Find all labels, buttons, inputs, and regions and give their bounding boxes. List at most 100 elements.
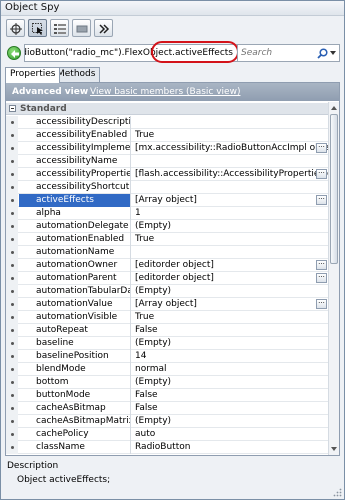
property-value[interactable]: True: [132, 233, 328, 246]
property-name: baselinePosition: [19, 350, 131, 363]
property-name: accessibilityName: [19, 155, 131, 168]
ellipsis-icon[interactable]: ···: [316, 169, 327, 179]
property-row[interactable]: accessibilityDescription: [6, 116, 328, 129]
property-value[interactable]: True: [132, 311, 328, 324]
object-spy-window: Object Spy ioButton("radio_mc").FlexObje…: [0, 0, 345, 500]
bullet-icon: [11, 147, 14, 150]
property-value[interactable]: [mx.accessibility::RadioButtonAccImpl ob…: [132, 142, 328, 155]
double-chevron-right-icon: [99, 24, 110, 34]
property-value[interactable]: [flash.accessibility::AccessibilityPrope…: [132, 168, 328, 181]
ellipsis-icon[interactable]: ···: [316, 260, 327, 270]
property-value[interactable]: (Empty): [132, 415, 328, 428]
scrollbar-thumb[interactable]: [330, 114, 338, 264]
stop-button[interactable]: [72, 19, 91, 37]
highlight-annotation-ring: [151, 41, 239, 63]
pointer-select-icon: [32, 23, 43, 35]
collapse-icon[interactable]: [9, 105, 16, 112]
property-row[interactable]: cacheAsBitmapMatrix (Empty): [6, 415, 328, 428]
ellipsis-icon[interactable]: ···: [316, 299, 327, 309]
property-value[interactable]: [Array object]: [132, 194, 328, 207]
bullet-icon: [11, 303, 14, 306]
property-row[interactable]: className RadioButton: [6, 441, 328, 454]
ellipsis-icon[interactable]: ···: [316, 195, 327, 205]
property-value[interactable]: (Empty): [132, 376, 328, 389]
property-row[interactable]: automationOwner [editorder object] ···: [6, 259, 328, 272]
property-row[interactable]: automationName: [6, 246, 328, 259]
property-value[interactable]: auto: [132, 428, 328, 441]
category-header[interactable]: Standard: [6, 103, 328, 115]
property-row[interactable]: automationVisible True: [6, 311, 328, 324]
search-input[interactable]: [241, 47, 311, 59]
scroll-up-icon[interactable]: [329, 103, 339, 113]
tab-label: Methods: [57, 69, 96, 79]
property-row[interactable]: accessibilityEnabled True: [6, 129, 328, 142]
bullet-icon: [11, 238, 14, 241]
ellipsis-icon[interactable]: ···: [316, 143, 327, 153]
property-row[interactable]: automationTabularData(Empty): [6, 285, 328, 298]
list-view-button[interactable]: [50, 19, 69, 37]
property-value[interactable]: False: [132, 402, 328, 415]
scroll-down-icon[interactable]: [329, 444, 339, 454]
tab-properties[interactable]: Properties: [5, 67, 61, 83]
ellipsis-icon[interactable]: ···: [316, 273, 327, 283]
property-row[interactable]: baseline (Empty): [6, 337, 328, 350]
property-row[interactable]: accessibilityImplementation[mx.accessibi…: [6, 142, 328, 155]
property-row[interactable]: automationParent [editorder object] ···: [6, 272, 328, 285]
property-row[interactable]: automationEnabled True: [6, 233, 328, 246]
vertical-scrollbar[interactable]: [328, 102, 339, 455]
property-row[interactable]: bottom (Empty): [6, 376, 328, 389]
property-value[interactable]: False: [132, 389, 328, 402]
view-mode-label: Advanced view: [12, 87, 89, 97]
property-value[interactable]: [editorder object]: [132, 259, 328, 272]
property-value[interactable]: RadioButton: [132, 441, 328, 454]
bullet-icon: [11, 329, 14, 332]
chevron-down-icon[interactable]: [330, 51, 336, 55]
property-row[interactable]: cacheAsBitmap False: [6, 402, 328, 415]
property-value[interactable]: 14: [132, 350, 328, 363]
select-object-button[interactable]: [28, 19, 47, 37]
property-value[interactable]: [editorder object]: [132, 272, 328, 285]
property-row[interactable]: activeEffects [Array object] ···: [6, 194, 328, 207]
property-row[interactable]: buttonMode False: [6, 389, 328, 402]
property-row[interactable]: automationDelegate (Empty): [6, 220, 328, 233]
search-box[interactable]: [237, 44, 340, 62]
property-value[interactable]: (Empty): [132, 285, 328, 298]
property-value[interactable]: False: [132, 324, 328, 337]
property-rows: accessibilityDescriptionaccessibilityEna…: [6, 116, 328, 454]
property-name: automationTabularData: [19, 285, 131, 298]
property-name: buttonMode: [19, 389, 131, 402]
property-value[interactable]: [132, 116, 328, 129]
property-row[interactable]: autoRepeat False: [6, 324, 328, 337]
property-value[interactable]: True: [132, 129, 328, 142]
property-value[interactable]: [Array object]: [132, 298, 328, 311]
property-value[interactable]: [132, 155, 328, 168]
bullet-icon: [11, 199, 14, 202]
property-name: blendMode: [19, 363, 131, 376]
property-value[interactable]: normal: [132, 363, 328, 376]
tab-label: Properties: [10, 69, 56, 79]
title-bar[interactable]: Object Spy: [1, 1, 344, 16]
property-value[interactable]: [132, 246, 328, 259]
crosshair-icon: [10, 23, 22, 35]
toolbar: [1, 16, 344, 40]
property-row[interactable]: automationValue [Array object] ···: [6, 298, 328, 311]
property-row[interactable]: accessibilityShortcut: [6, 181, 328, 194]
property-row[interactable]: blendMode normal: [6, 363, 328, 376]
more-button[interactable]: [94, 19, 113, 37]
basic-view-link[interactable]: View basic members (Basic view): [90, 87, 240, 97]
resize-grip-icon[interactable]: [333, 488, 342, 497]
bullet-icon: [11, 212, 14, 215]
property-value[interactable]: (Empty): [132, 220, 328, 233]
back-button[interactable]: [7, 46, 21, 60]
property-row[interactable]: accessibilityName: [6, 155, 328, 168]
property-row[interactable]: alpha 1: [6, 207, 328, 220]
property-value[interactable]: (Empty): [132, 337, 328, 350]
property-row[interactable]: cachePolicy auto: [6, 428, 328, 441]
spy-pointer-button[interactable]: [6, 19, 25, 37]
property-value[interactable]: [132, 181, 328, 194]
description-text: Object activeEffects;: [17, 475, 111, 485]
property-value[interactable]: 1: [132, 207, 328, 220]
property-row[interactable]: baselinePosition 14: [6, 350, 328, 363]
property-row[interactable]: accessibilityProperties [flash.accessibil…: [6, 168, 328, 181]
bullet-icon: [11, 355, 14, 358]
